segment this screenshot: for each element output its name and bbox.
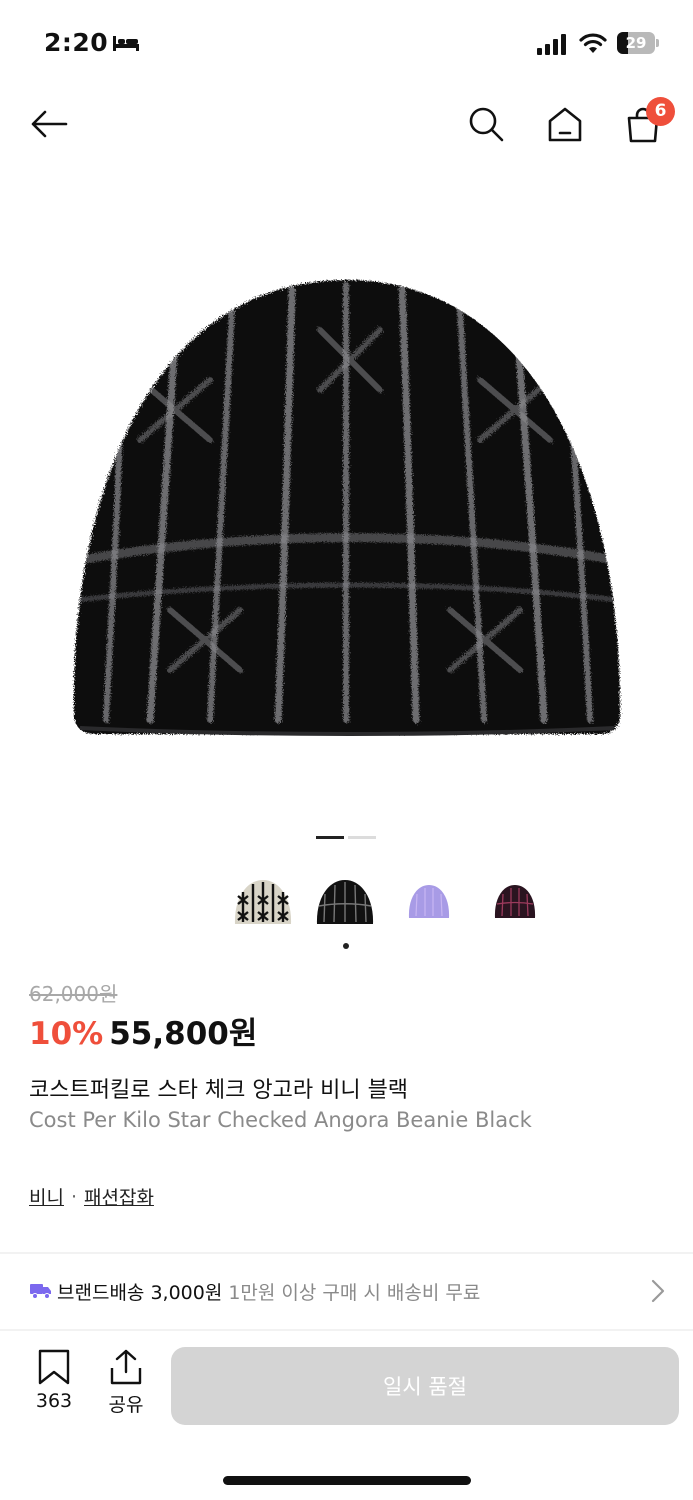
beanie-thumbnail-icon [408,885,450,918]
product-title: 코스트퍼킬로 스타 체크 앙고라 비니 블랙 [29,1078,409,1103]
signal-icon [537,34,566,55]
shipping-info-row[interactable]: 브랜드배송 3,000원 1만원 이상 구매 시 배송비 무료 [0,1254,693,1328]
price-row: 10% 55,800원 [29,1008,257,1053]
breadcrumb: 비니 · 패션잡화 [29,1183,154,1210]
color-option-cream[interactable] [228,868,298,934]
wifi-icon [579,33,607,53]
carousel-dot [316,836,344,839]
color-options [228,868,548,958]
shipping-free-note: 1만원 이상 구매 시 배송비 무료 [228,1281,481,1304]
beanie-image [73,280,621,736]
bookmark-count: 363 [35,1390,73,1412]
beanie-thumbnail-icon [494,885,536,918]
original-price: 62,000원 [29,982,118,1006]
truck-icon [30,1284,51,1299]
beanie-thumbnail-icon [316,880,374,924]
bed-icon [113,36,139,51]
chevron-right-icon [651,1279,665,1303]
color-option-burgundy[interactable] [480,868,550,934]
bookmark-button[interactable]: 363 [26,1348,82,1420]
category-link-beanie[interactable]: 비니 [29,1183,64,1210]
breadcrumb-separator: · [70,1185,78,1208]
category-link-accessories[interactable]: 패션잡화 [84,1183,154,1210]
home-button[interactable] [541,100,589,148]
back-button[interactable] [25,100,73,148]
search-icon [469,107,504,142]
beanie-thumbnail-icon [234,880,292,924]
color-option-lavender[interactable] [394,868,464,934]
divider [0,1329,693,1331]
share-label: 공유 [108,1394,144,1416]
product-title-english: Cost Per Kilo Star Checked Angora Beanie… [29,1108,532,1132]
sale-price: 55,800원 [109,1016,258,1052]
status-time: 2:20 [44,28,109,57]
nav-bar [0,88,693,160]
soldout-button[interactable]: 일시 품절 [171,1347,679,1425]
battery-level: 29 [625,34,647,52]
selected-color-indicator [343,943,349,949]
product-image[interactable] [0,180,693,820]
search-button[interactable] [462,100,510,148]
status-bar: 2:20 29 [0,0,693,88]
back-arrow-icon [31,110,68,138]
shipping-fee-label: 브랜드배송 3,000원 [57,1281,223,1304]
bookmark-icon [38,1349,70,1385]
home-indicator[interactable] [223,1476,471,1485]
home-icon [548,107,582,142]
cart-count-badge: 6 [646,97,675,126]
color-option-black[interactable] [310,868,380,934]
image-carousel-indicator [316,836,376,839]
discount-rate: 10% [29,1016,104,1052]
share-icon [110,1349,142,1385]
carousel-dot [348,836,376,839]
battery-icon: 29 [617,32,659,54]
share-button[interactable]: 공유 [98,1348,154,1420]
